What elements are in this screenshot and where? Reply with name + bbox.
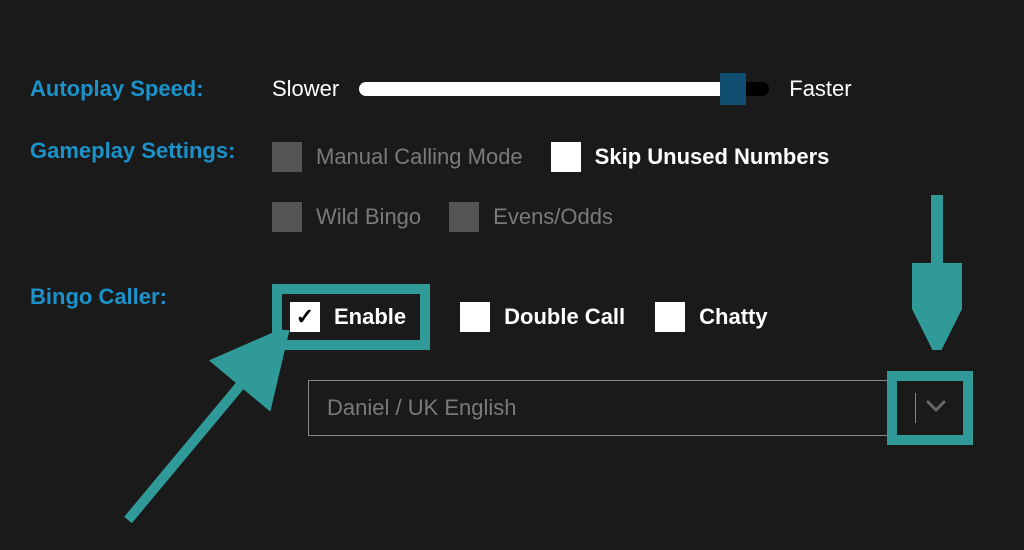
gameplay-options: Manual Calling Mode Skip Unused Numbers … <box>272 138 829 232</box>
chevron-down-icon[interactable] <box>926 399 946 418</box>
enable-label: Enable <box>334 304 406 330</box>
enable-checkbox[interactable]: ✓ Enable <box>290 302 406 332</box>
bingo-caller-options: ✓ Enable Double Call Chatty Daniel / UK … <box>272 284 968 436</box>
slider-thumb[interactable] <box>720 73 746 105</box>
divider <box>915 393 916 423</box>
enable-highlight: ✓ Enable <box>272 284 430 350</box>
autoplay-speed-slider-wrap: Slower Faster <box>272 76 852 102</box>
checkbox-checked-icon[interactable]: ✓ <box>290 302 320 332</box>
double-call-label: Double Call <box>504 304 625 330</box>
autoplay-speed-row: Autoplay Speed: Slower Faster <box>30 76 852 102</box>
wild-bingo-checkbox: Wild Bingo <box>272 202 421 232</box>
slower-label: Slower <box>272 76 339 102</box>
manual-calling-checkbox: Manual Calling Mode <box>272 142 523 172</box>
voice-select[interactable]: Daniel / UK English <box>308 380 968 436</box>
gameplay-settings-label: Gameplay Settings: <box>30 138 272 164</box>
voice-select-value: Daniel / UK English <box>327 395 517 421</box>
bingo-caller-label: Bingo Caller: <box>30 284 272 310</box>
wild-bingo-label: Wild Bingo <box>316 204 421 230</box>
double-call-checkbox[interactable]: Double Call <box>460 302 625 332</box>
gameplay-settings-row: Gameplay Settings: Manual Calling Mode S… <box>30 138 829 232</box>
manual-calling-label: Manual Calling Mode <box>316 144 523 170</box>
checkbox-icon[interactable] <box>460 302 490 332</box>
checkbox-icon[interactable] <box>551 142 581 172</box>
checkbox-icon <box>272 202 302 232</box>
skip-unused-label: Skip Unused Numbers <box>595 144 830 170</box>
autoplay-speed-label: Autoplay Speed: <box>30 76 272 102</box>
checkbox-icon <box>449 202 479 232</box>
checkbox-icon <box>272 142 302 172</box>
slider-fill <box>359 82 740 96</box>
checkbox-icon[interactable] <box>655 302 685 332</box>
bingo-caller-row: Bingo Caller: ✓ Enable Double Call Chatt… <box>30 284 968 436</box>
evens-odds-checkbox: Evens/Odds <box>449 202 613 232</box>
autoplay-speed-slider[interactable] <box>359 82 769 96</box>
voice-dropdown-highlight <box>887 371 973 445</box>
chatty-checkbox[interactable]: Chatty <box>655 302 767 332</box>
skip-unused-checkbox[interactable]: Skip Unused Numbers <box>551 142 830 172</box>
faster-label: Faster <box>789 76 851 102</box>
evens-odds-label: Evens/Odds <box>493 204 613 230</box>
chatty-label: Chatty <box>699 304 767 330</box>
